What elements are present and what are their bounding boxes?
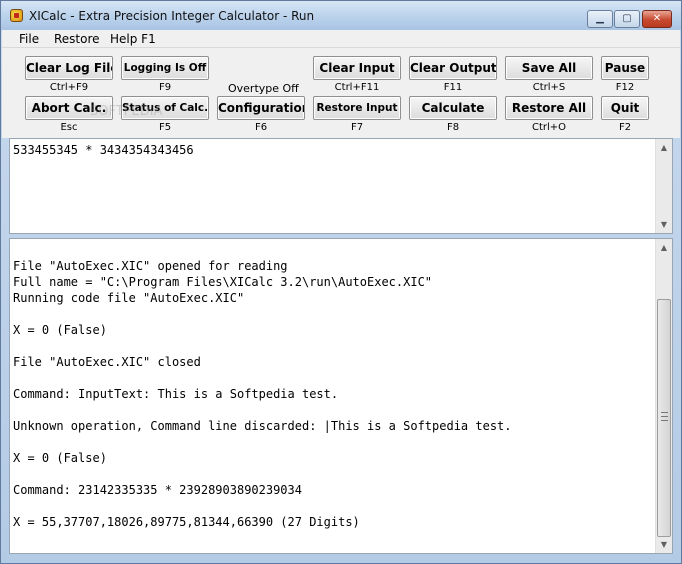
input-scroll-up-icon[interactable]: ▲ <box>656 139 672 156</box>
abort-calc-button[interactable]: Abort Calc. <box>25 96 113 120</box>
clear-log-file-hint: Ctrl+F9 <box>49 82 89 93</box>
maximize-button[interactable]: ▢ <box>614 10 640 28</box>
clear-input-button[interactable]: Clear Input <box>313 56 401 80</box>
configuration-button[interactable]: Configuration <box>217 96 305 120</box>
input-text[interactable]: 533455345 * 3434354343456 <box>13 142 654 158</box>
menu-restore[interactable]: Restore <box>54 32 100 46</box>
quit-button[interactable]: Quit <box>601 96 649 120</box>
output-line: Command: InputText: This is a Softpedia … <box>13 387 339 401</box>
output-pane[interactable]: File "AutoExec.XIC" opened for reading Fu… <box>9 238 673 554</box>
close-button[interactable]: ✕ <box>642 10 672 28</box>
window-title: XICalc - Extra Precision Integer Calcula… <box>29 9 315 23</box>
restore-input-button[interactable]: Restore Input <box>313 96 401 120</box>
overtype-status: Overtype Off <box>228 82 299 95</box>
configuration-hint: F6 <box>254 122 268 133</box>
output-line: Unknown operation, Command line discarde… <box>13 419 512 433</box>
status-of-calc-button[interactable]: Status of Calc. <box>121 96 209 120</box>
status-of-calc-hint: F5 <box>158 122 172 133</box>
calculate-hint: F8 <box>446 122 460 133</box>
menu-help[interactable]: Help F1 <box>110 32 156 46</box>
clear-output-hint: F11 <box>443 82 463 93</box>
output-scrollbar[interactable]: ▲ ▼ <box>655 239 672 553</box>
scroll-grip-icon <box>661 412 668 421</box>
input-scroll-down-icon[interactable]: ▼ <box>656 216 672 233</box>
clear-input-hint: Ctrl+F11 <box>334 82 380 93</box>
restore-all-button[interactable]: Restore All <box>505 96 593 120</box>
restore-input-hint: F7 <box>350 122 364 133</box>
title-bar[interactable]: XICalc - Extra Precision Integer Calcula… <box>1 1 681 30</box>
output-line: File "AutoExec.XIC" closed <box>13 355 201 369</box>
input-pane[interactable]: 533455345 * 3434354343456 ▲ ▼ <box>9 138 673 234</box>
pause-button[interactable]: Pause <box>601 56 649 80</box>
logging-toggle-hint: F9 <box>158 82 172 93</box>
output-line: Command: 23142335335 * 23928903890239034 <box>13 483 302 497</box>
output-line: X = 0 (False) <box>13 323 107 337</box>
abort-calc-hint: Esc <box>60 122 78 133</box>
calculate-button[interactable]: Calculate <box>409 96 497 120</box>
save-all-button[interactable]: Save All <box>505 56 593 80</box>
logging-toggle-button[interactable]: Logging Is Off <box>121 56 209 80</box>
output-scroll-down-icon[interactable]: ▼ <box>656 536 672 553</box>
output-log: File "AutoExec.XIC" opened for reading Fu… <box>13 242 654 530</box>
output-scroll-up-icon[interactable]: ▲ <box>656 239 672 256</box>
output-line: X = 0 (False) <box>13 451 107 465</box>
app-icon <box>10 9 23 22</box>
save-all-hint: Ctrl+S <box>532 82 566 93</box>
menu-bar: File Restore Help F1 <box>2 30 680 48</box>
clear-log-file-button[interactable]: Clear Log File <box>25 56 113 80</box>
restore-all-hint: Ctrl+O <box>531 122 567 133</box>
output-line: Running code file "AutoExec.XIC" <box>13 291 245 305</box>
menu-file[interactable]: File <box>19 32 39 46</box>
app-window: XICalc - Extra Precision Integer Calcula… <box>0 0 682 564</box>
output-line: File "AutoExec.XIC" opened for reading <box>13 259 288 273</box>
pause-hint: F12 <box>615 82 635 93</box>
clear-output-button[interactable]: Clear Output <box>409 56 497 80</box>
input-scrollbar[interactable]: ▲ ▼ <box>655 139 672 233</box>
output-line: Full name = "C:\Program Files\XICalc 3.2… <box>13 275 433 289</box>
output-line: X = 55,37707,18026,89775,81344,66390 (27… <box>13 515 360 529</box>
toolbar: Clear Log File Ctrl+F9 Logging Is Off F9… <box>2 48 680 138</box>
quit-hint: F2 <box>618 122 632 133</box>
output-scroll-thumb[interactable] <box>657 299 671 537</box>
minimize-button[interactable]: ▁ <box>587 10 613 28</box>
